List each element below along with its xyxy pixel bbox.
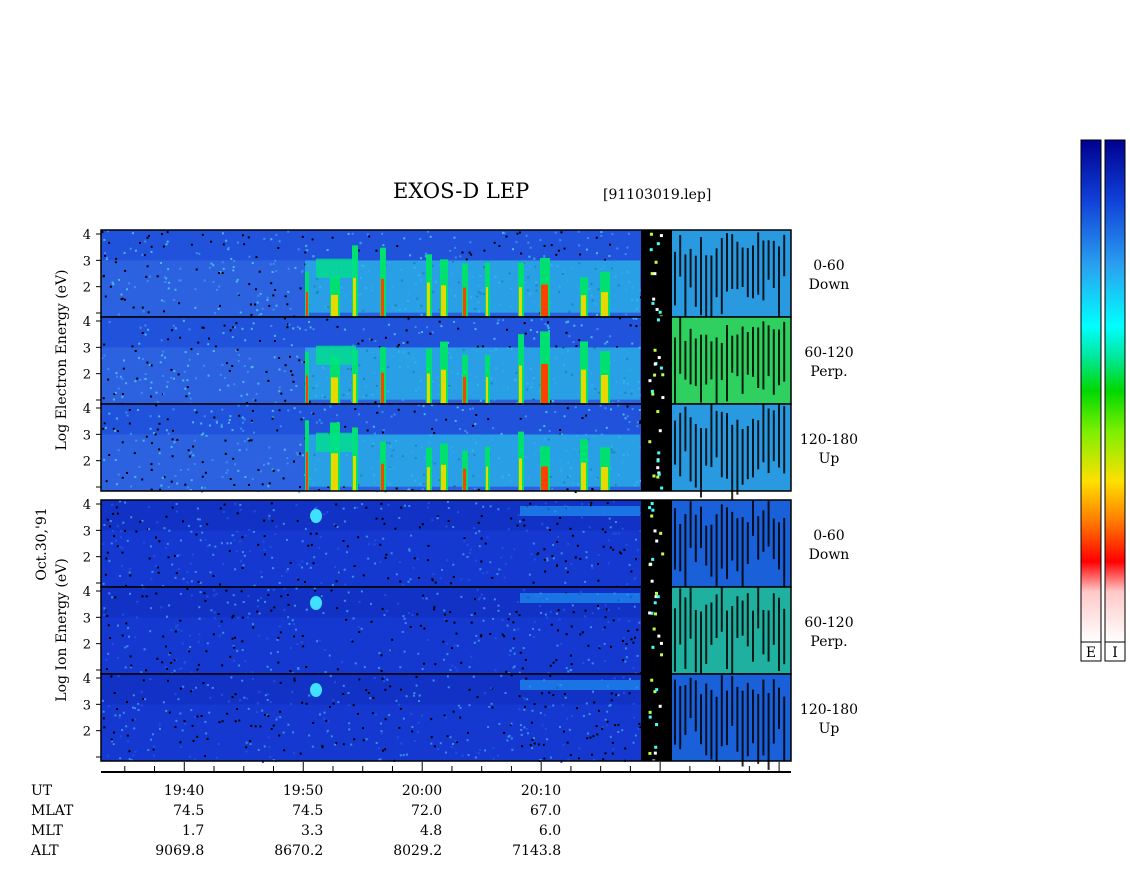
y-tick-label: 3 bbox=[83, 698, 91, 713]
pitch-angle-label: 0-60 bbox=[813, 258, 844, 274]
footer-row: UT 19:40 19:50 20:00 20:10 bbox=[31, 783, 561, 799]
footer-row-label: ALT bbox=[30, 843, 59, 859]
y-axis: 4 3 2 bbox=[83, 402, 101, 488]
direction-label: Perp. bbox=[810, 634, 847, 650]
post-gap-region bbox=[672, 674, 791, 770]
spectrogram-panel: 4 3 2 60-120 Perp. bbox=[83, 315, 854, 407]
y-tick-label: 2 bbox=[83, 725, 91, 740]
group-y-label: Log Electron Energy (eV) bbox=[54, 269, 70, 450]
footer-value: 72.0 bbox=[411, 803, 442, 819]
direction-label: Up bbox=[819, 721, 840, 737]
y-tick-label: 4 bbox=[83, 585, 91, 600]
spectrogram-panel: 4 3 2 120-180 Up bbox=[83, 402, 858, 501]
y-tick-label: 4 bbox=[83, 228, 91, 243]
colorbar-scale bbox=[1104, 139, 1126, 643]
y-tick-label: 2 bbox=[83, 281, 91, 296]
post-gap-region bbox=[672, 587, 791, 679]
post-gap-region bbox=[672, 404, 791, 501]
y-axis: 4 3 2 bbox=[83, 585, 101, 671]
footer-value: 8670.2 bbox=[274, 843, 323, 859]
post-gap-region bbox=[672, 317, 791, 407]
pitch-angle-label: 0-60 bbox=[813, 528, 844, 544]
orbit-info-table: UT 19:40 19:50 20:00 20:10 MLAT 74.5 74.5 72.0 67… bbox=[30, 783, 561, 859]
y-tick-label: 2 bbox=[83, 455, 91, 470]
group-y-label: Log Ion Energy (eV) bbox=[54, 558, 70, 701]
date-label: Oct.30,'91 bbox=[34, 507, 50, 580]
pitch-angle-label: 120-180 bbox=[800, 702, 858, 718]
footer-row: MLAT 74.5 74.5 72.0 67.0 bbox=[31, 803, 561, 819]
footer-row: ALT 9069.8 8670.2 8029.2 7143.8 bbox=[30, 843, 561, 859]
colorbar-label: E bbox=[1086, 645, 1096, 661]
footer-value: 20:10 bbox=[521, 783, 561, 799]
footer-row-label: MLT bbox=[31, 823, 63, 839]
y-axis: 4 3 2 bbox=[83, 228, 101, 314]
y-tick-label: 2 bbox=[83, 551, 91, 566]
y-tick-label: 3 bbox=[83, 611, 91, 626]
data-gap bbox=[641, 500, 672, 587]
spectrogram-panel: 4 3 2 120-180 Up bbox=[83, 672, 858, 770]
data-gap bbox=[641, 317, 672, 404]
data-gap bbox=[641, 404, 672, 491]
y-tick-label: 3 bbox=[83, 524, 91, 539]
colorbar-scale bbox=[1080, 139, 1102, 643]
data-gap bbox=[641, 587, 672, 674]
colorbar-label: I bbox=[1112, 645, 1118, 661]
colorbar: E bbox=[1080, 139, 1102, 662]
y-axis: 4 3 2 bbox=[83, 672, 101, 758]
y-tick-label: 2 bbox=[83, 368, 91, 383]
footer-value: 1.7 bbox=[182, 823, 204, 839]
post-gap-region bbox=[672, 500, 791, 596]
y-tick-label: 4 bbox=[83, 402, 91, 417]
y-tick-label: 3 bbox=[83, 428, 91, 443]
footer-value: 74.5 bbox=[173, 803, 204, 819]
pitch-angle-label: 120-180 bbox=[800, 432, 858, 448]
spectrogram-figure: EXOS-D LEP [91103019.lep] Oct.30,'91 4 3 2… bbox=[30, 139, 1126, 859]
time-axis bbox=[101, 762, 791, 773]
data-gap bbox=[641, 674, 672, 764]
colorbar-group: EI bbox=[1080, 139, 1126, 662]
footer-value: 9069.8 bbox=[155, 843, 204, 859]
y-axis: 4 3 2 bbox=[83, 498, 101, 584]
y-tick-label: 2 bbox=[83, 638, 91, 653]
footer-value: 3.3 bbox=[301, 823, 323, 839]
spectrogram-panel: 4 3 2 60-120 Perp. bbox=[83, 585, 854, 679]
chart-title: EXOS-D LEP bbox=[393, 179, 529, 203]
file-name: [91103019.lep] bbox=[603, 187, 711, 203]
footer-value: 20:00 bbox=[402, 783, 442, 799]
spectrogram-panel: 4 3 2 0-60 Down bbox=[83, 228, 850, 327]
direction-label: Down bbox=[809, 277, 850, 293]
y-tick-label: 4 bbox=[83, 315, 91, 330]
footer-row: MLT 1.7 3.3 4.8 6.0 bbox=[31, 823, 561, 839]
data-gap bbox=[641, 230, 672, 319]
footer-row-label: MLAT bbox=[31, 803, 74, 819]
y-axis: 4 3 2 bbox=[83, 315, 101, 401]
pitch-angle-label: 60-120 bbox=[804, 615, 853, 631]
footer-row-label: UT bbox=[31, 783, 53, 799]
footer-value: 74.5 bbox=[292, 803, 323, 819]
pitch-angle-label: 60-120 bbox=[804, 345, 853, 361]
y-tick-label: 4 bbox=[83, 672, 91, 687]
direction-label: Down bbox=[809, 547, 850, 563]
colorbar: I bbox=[1104, 139, 1126, 662]
y-tick-label: 3 bbox=[83, 341, 91, 356]
footer-value: 67.0 bbox=[530, 803, 561, 819]
footer-value: 8029.2 bbox=[393, 843, 442, 859]
ion-panel-group: 4 3 2 0-60 Down 4 3 2 60-120 Perp. 4 3 2 120-180 Up Log… bbox=[54, 498, 858, 770]
y-tick-label: 3 bbox=[83, 254, 91, 269]
electron-panel-group: 4 3 2 0-60 Down 4 3 2 60-120 Perp. 4 3 2 120-180 Up Log… bbox=[54, 228, 858, 501]
footer-value: 6.0 bbox=[539, 823, 561, 839]
footer-value: 4.8 bbox=[420, 823, 442, 839]
footer-value: 7143.8 bbox=[512, 843, 561, 859]
footer-value: 19:50 bbox=[283, 783, 323, 799]
post-gap-region bbox=[672, 230, 791, 327]
direction-label: Perp. bbox=[810, 364, 847, 380]
spectrogram-panel: 4 3 2 0-60 Down bbox=[83, 498, 850, 596]
direction-label: Up bbox=[819, 451, 840, 467]
footer-value: 19:40 bbox=[164, 783, 204, 799]
y-tick-label: 4 bbox=[83, 498, 91, 513]
